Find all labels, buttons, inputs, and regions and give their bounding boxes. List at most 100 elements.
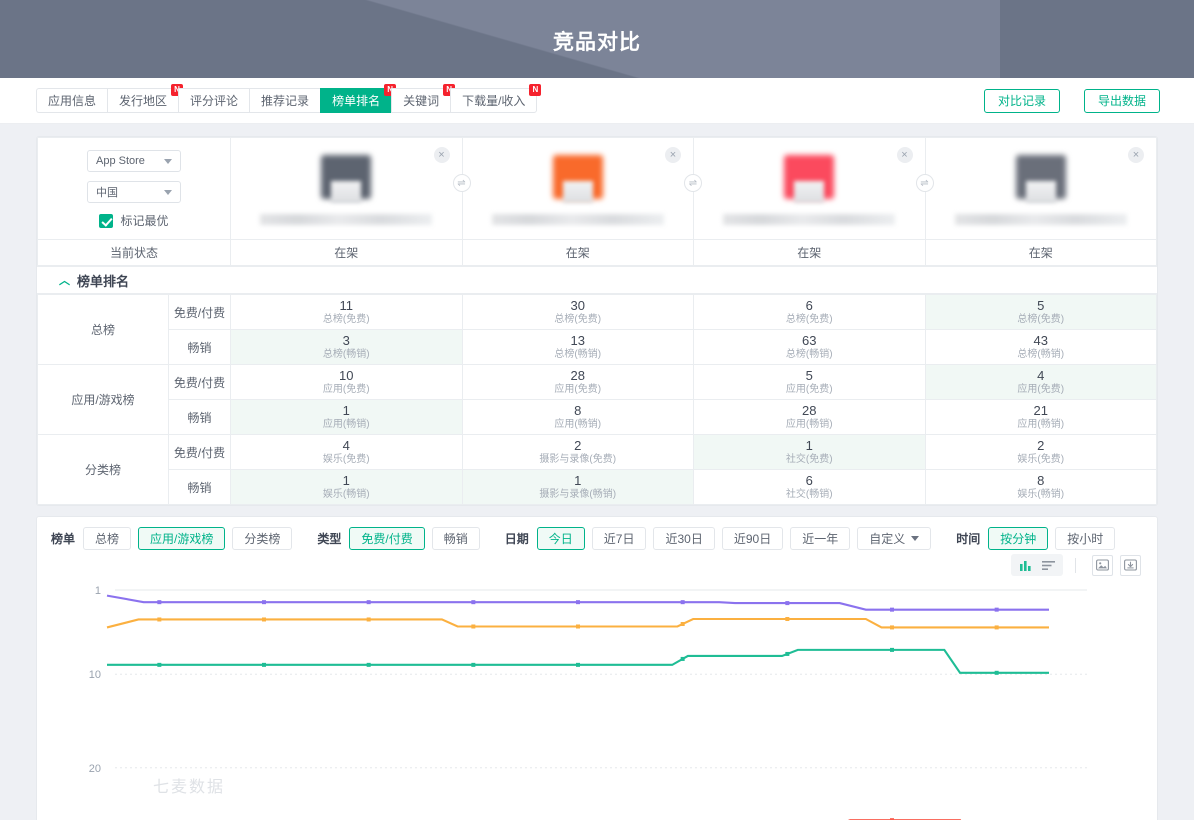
image-icon[interactable] [1092, 555, 1113, 576]
compare-record-button[interactable]: 对比记录 [984, 89, 1060, 113]
region-select[interactable]: 中国 [87, 181, 181, 203]
chart-view-toolbar [37, 554, 1157, 580]
app-status-3: 在架 [694, 240, 926, 266]
close-icon[interactable]: × [1128, 147, 1144, 163]
filter-pill-date-6[interactable]: 自定义 [857, 527, 931, 550]
filter-pill-type-1[interactable]: 免费/付费 [349, 527, 424, 550]
chart-data-point [681, 657, 685, 661]
app-meta-placeholder [563, 181, 593, 203]
store-select[interactable]: App Store [87, 150, 181, 172]
store-select-value: App Store [96, 155, 164, 167]
toolbar-divider [1075, 558, 1076, 573]
filter-pill-list-3[interactable]: 分类榜 [232, 527, 292, 550]
rank-cell: 4娱乐(免费) [231, 435, 463, 470]
filter-pill-date-1[interactable]: 今日 [537, 527, 585, 550]
rank-cell: 2娱乐(免费) [925, 435, 1157, 470]
app-name-placeholder [492, 214, 664, 225]
filter-pill-date-2[interactable]: 近7日 [592, 527, 647, 550]
filter-pill-list-1[interactable]: 总榜 [83, 527, 131, 550]
filter-pill-date-3[interactable]: 近30日 [653, 527, 714, 550]
app-card-content [231, 155, 462, 225]
rank-category: 应用(免费) [463, 383, 694, 396]
swap-icon[interactable]: ⇌ [684, 174, 702, 192]
filter-pill-time-1[interactable]: 按分钟 [988, 527, 1048, 550]
close-icon[interactable]: × [665, 147, 681, 163]
filter-pill-time-2[interactable]: 按小时 [1055, 527, 1115, 550]
filter-type-options: 免费/付费 畅销 [349, 527, 486, 550]
tab-5[interactable]: 榜单排名N [320, 88, 391, 113]
app-status-1: 在架 [231, 240, 463, 266]
y-axis-tick-label: 20 [89, 763, 101, 775]
rank-value: 8 [926, 473, 1157, 488]
chart-data-point [367, 663, 371, 667]
chart-data-point [157, 600, 161, 604]
tab-3[interactable]: 评分评论 [178, 88, 249, 113]
rank-cell: 8应用(畅销) [462, 400, 694, 435]
filter-pill-label: 近30日 [665, 530, 702, 547]
tab-4[interactable]: 推荐记录 [249, 88, 320, 113]
chart-data-point [576, 600, 580, 604]
tab-7[interactable]: 下载量/收入N [450, 88, 537, 113]
rank-value: 3 [231, 333, 462, 348]
rank-cell: 5总榜(免费) [925, 295, 1157, 330]
tab-6[interactable]: 关键词N [391, 88, 450, 113]
rank-cell: 1应用(畅销) [231, 400, 463, 435]
rank-category: 总榜(免费) [926, 313, 1157, 326]
rank-trend-chart: 110202928日01点28日03点28日04点28日06点28日07点28日… [37, 580, 1157, 820]
bar-chart-icon[interactable] [1015, 556, 1037, 574]
rank-section-header[interactable]: ︿ 榜单排名 [37, 266, 1157, 294]
app-meta-placeholder [794, 181, 824, 203]
chart-data-point [995, 625, 999, 629]
rank-value: 11 [231, 298, 462, 313]
tab-1[interactable]: 应用信息 [36, 88, 107, 113]
rank-category: 应用(畅销) [463, 418, 694, 431]
filter-time-label: 时间 [956, 530, 980, 547]
filter-pill-label: 按分钟 [1000, 530, 1036, 547]
filter-pill-label: 按小时 [1067, 530, 1103, 547]
export-data-button[interactable]: 导出数据 [1084, 89, 1160, 113]
rank-value: 63 [694, 333, 925, 348]
rank-category: 摄影与录像(免费) [463, 453, 694, 466]
filter-list-options: 总榜应用/游戏榜分类榜 [83, 527, 299, 550]
chart-card: 榜单 总榜应用/游戏榜分类榜 类型 免费/付费畅销 日期 今日近7日近30日近9… [36, 516, 1158, 820]
chart-data-point [262, 600, 266, 604]
chart-data-point [995, 671, 999, 675]
app-name-placeholder [955, 214, 1127, 225]
page-title: 竞品对比 [0, 26, 1194, 56]
chart-data-point [890, 625, 894, 629]
filter-pill-list-2[interactable]: 应用/游戏榜 [138, 527, 225, 550]
swap-icon[interactable]: ⇌ [916, 174, 934, 192]
rank-category: 总榜(免费) [231, 313, 462, 326]
rank-cell: 13总榜(畅销) [462, 330, 694, 365]
chevron-down-icon [911, 536, 919, 541]
close-icon[interactable]: × [897, 147, 913, 163]
rank-subtype-label: 免费/付费 [169, 295, 231, 330]
mark-best-checkbox[interactable]: 标记最优 [38, 212, 230, 229]
rank-cell: 8娱乐(畅销) [925, 470, 1157, 505]
rank-cell: 6总榜(免费) [694, 295, 926, 330]
rank-cell: 3总榜(畅销) [231, 330, 463, 365]
rank-category: 应用(畅销) [926, 418, 1157, 431]
filter-pill-date-4[interactable]: 近90日 [722, 527, 783, 550]
rank-value: 28 [463, 368, 694, 383]
close-icon[interactable]: × [434, 147, 450, 163]
rank-cell: 63总榜(畅销) [694, 330, 926, 365]
rank-value: 5 [926, 298, 1157, 313]
mark-best-label: 标记最优 [120, 212, 168, 229]
rank-cell: 11总榜(免费) [231, 295, 463, 330]
rank-category: 总榜(畅销) [463, 348, 694, 361]
filter-list-label: 榜单 [51, 530, 75, 547]
download-icon[interactable] [1120, 555, 1141, 576]
filter-pill-type-2[interactable]: 畅销 [432, 527, 480, 550]
filter-pill-date-5[interactable]: 近一年 [790, 527, 850, 550]
rank-value: 6 [694, 298, 925, 313]
filter-pill-label: 免费/付费 [361, 530, 412, 547]
tab-2[interactable]: 发行地区N [107, 88, 178, 113]
list-icon[interactable] [1037, 556, 1059, 574]
swap-icon[interactable]: ⇌ [453, 174, 471, 192]
new-badge-icon: N [529, 84, 541, 96]
rank-value: 30 [463, 298, 694, 313]
rank-cell: 4应用(免费) [925, 365, 1157, 400]
rank-cell: 28应用(畅销) [694, 400, 926, 435]
table-row: 畅销1娱乐(畅销)1摄影与录像(畅销)6社交(畅销)8娱乐(畅销) [38, 470, 1157, 505]
